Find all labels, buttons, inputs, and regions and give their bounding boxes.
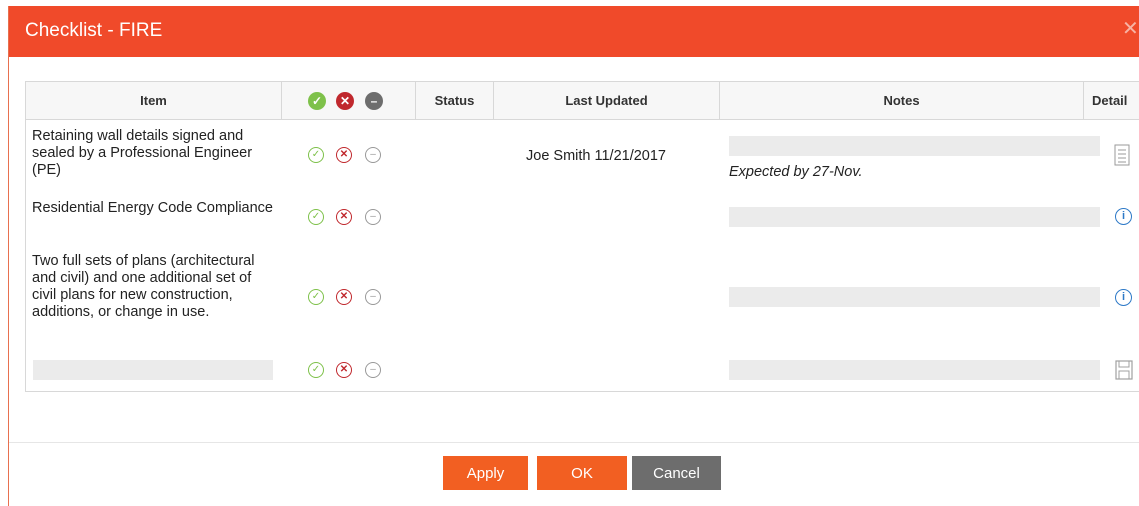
header-item[interactable]: Item [26, 82, 282, 119]
footer-divider [9, 442, 1139, 443]
approve-option-icon[interactable]: ✓ [308, 147, 324, 163]
na-option-icon[interactable]: – [365, 209, 381, 225]
close-icon[interactable]: ✕ [1122, 19, 1139, 39]
minus-icon[interactable]: – [365, 92, 383, 110]
checklist-dialog: Checklist - FIRE ✕ Item ✓ ✕ – Status Las… [8, 6, 1139, 506]
new-item-input[interactable] [33, 360, 273, 380]
check-icon[interactable]: ✓ [308, 92, 326, 110]
notes-input[interactable] [729, 207, 1100, 227]
info-icon[interactable]: i [1115, 208, 1132, 225]
reject-option-icon[interactable]: ✕ [336, 362, 352, 378]
info-icon[interactable]: i [1115, 289, 1132, 306]
dialog-title: Checklist - FIRE [25, 20, 163, 41]
x-icon[interactable]: ✕ [336, 92, 354, 110]
approve-option-icon[interactable]: ✓ [308, 289, 324, 305]
notes-input[interactable] [729, 287, 1100, 307]
na-option-icon[interactable]: – [365, 289, 381, 305]
save-icon[interactable] [1115, 360, 1133, 380]
header-details[interactable]: Detail [1084, 82, 1139, 119]
na-option-icon[interactable]: – [365, 362, 381, 378]
header-last-updated[interactable]: Last Updated [494, 82, 720, 119]
row-item-text: Two full sets of plans (architectural an… [32, 253, 255, 320]
notes-text: Expected by 27-Nov. [729, 164, 863, 180]
approve-option-icon[interactable]: ✓ [308, 209, 324, 225]
header-notes[interactable]: Notes [720, 82, 1084, 119]
last-updated-value: Joe Smith 11/21/2017 [526, 148, 666, 164]
reject-option-icon[interactable]: ✕ [336, 289, 352, 305]
reject-option-icon[interactable]: ✕ [336, 209, 352, 225]
checklist-grid: Item ✓ ✕ – Status Last Updated Notes Det… [25, 81, 1139, 392]
grid-header: Item ✓ ✕ – Status Last Updated Notes Det… [26, 82, 1139, 120]
dialog-titlebar: Checklist - FIRE ✕ [9, 6, 1139, 57]
header-status[interactable]: Status [416, 82, 494, 119]
notes-list-icon[interactable] [1114, 144, 1130, 166]
ok-button[interactable]: OK [537, 456, 627, 490]
row-item-text: Residential Energy Code Compliance [32, 200, 273, 216]
header-status-icons: ✓ ✕ – [282, 82, 416, 119]
reject-option-icon[interactable]: ✕ [336, 147, 352, 163]
na-option-icon[interactable]: – [365, 147, 381, 163]
notes-input[interactable] [729, 136, 1100, 156]
notes-input[interactable] [729, 360, 1100, 380]
row-item-text: Retaining wall details signed and sealed… [32, 128, 253, 178]
cancel-button[interactable]: Cancel [632, 456, 721, 490]
apply-button[interactable]: Apply [443, 456, 528, 490]
approve-option-icon[interactable]: ✓ [308, 362, 324, 378]
